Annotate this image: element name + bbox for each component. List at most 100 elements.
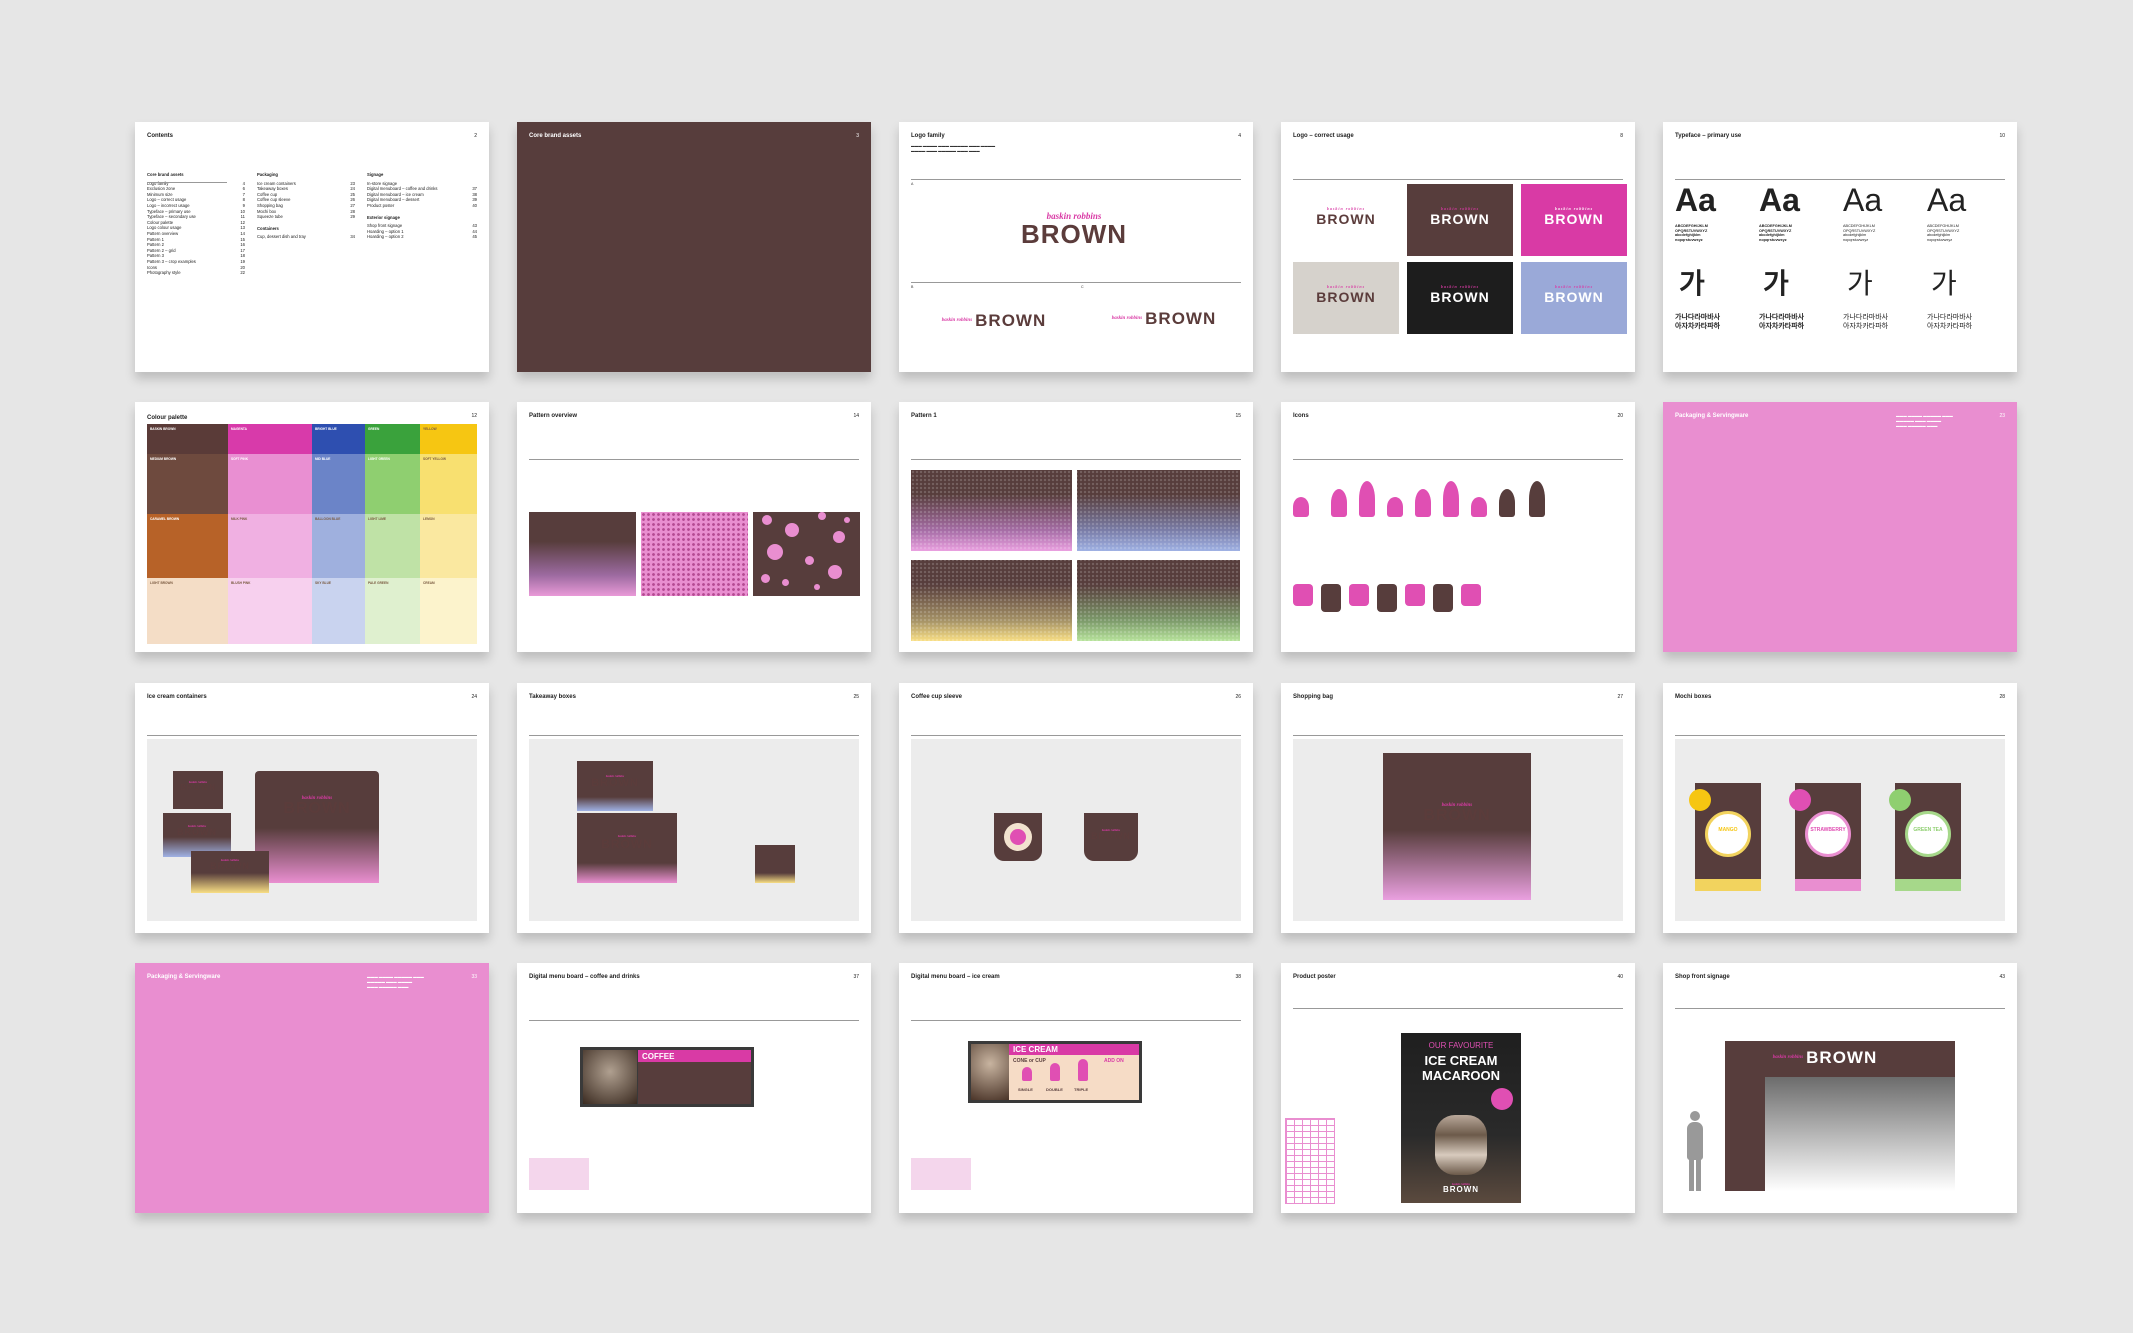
- body-text: ▬▬▬ ▬▬▬▬ ▬▬▬▬▬ ▬▬▬ ▬▬▬▬▬ ▬▬▬ ▬▬▬▬ ▬▬▬ ▬▬▬▬…: [1896, 414, 1953, 428]
- box-base: [1895, 879, 1961, 891]
- logo-usage-tile: baskin robbins BROWN: [1293, 262, 1399, 334]
- box-base: [1695, 879, 1761, 891]
- logo-tagline: baskin robbins: [941, 318, 973, 323]
- dessert-cup-icon: [1443, 481, 1459, 517]
- contents-item: Product poster 40: [367, 203, 477, 209]
- glyph-row: nopqrstuvwxyz: [1675, 237, 1703, 242]
- pattern-dot: [844, 517, 850, 523]
- logo: baskin robbins BROWN: [1407, 284, 1513, 305]
- colour-swatch: BASKIN BROWN: [147, 424, 228, 454]
- page-title: Ice cream containers: [147, 694, 207, 700]
- shopping-bag: baskin robbins BROWN: [1383, 753, 1531, 900]
- logo-wordmark: BROWN: [1430, 211, 1490, 227]
- logo: baskin robbins BROWN: [283, 796, 351, 817]
- page-number: 27: [1617, 694, 1623, 700]
- typeface-glyphs: ABCDEFGHIJKLM OPQRSTUVWXYZ abcdefghijklm no…: [1927, 224, 1997, 242]
- container-pint: baskin robbins BROWN: [191, 851, 269, 893]
- menu-board-title: ICE CREAM: [1009, 1044, 1139, 1055]
- divider: [1675, 1008, 2005, 1009]
- divider: [147, 182, 227, 183]
- pattern-dot: [818, 512, 826, 520]
- logo-usage-tile: baskin robbins BROWN: [1293, 184, 1399, 256]
- swatch-label: LIGHT LIME: [368, 517, 387, 521]
- size-label: TRIPLE: [1074, 1087, 1089, 1092]
- colour-swatch: SOFT YELLOW: [420, 454, 477, 514]
- page-title: Coffee cup sleeve: [911, 694, 963, 700]
- page-number: 24: [471, 694, 477, 700]
- page-menu-icecream: Digital menu board – ice cream 38 ICE CR…: [899, 963, 1253, 1213]
- section-heading: Containers: [257, 225, 279, 231]
- contents-col-2: Packaging Ice cream containers 23 Takeaway…: [257, 172, 355, 240]
- swatch-label: MID BLUE: [315, 457, 331, 461]
- pattern-dot: [814, 584, 820, 590]
- tall-cone-icon: [1359, 481, 1375, 517]
- menu-thumbnail: [529, 1158, 589, 1190]
- logo: baskin robbins BROWN: [1293, 284, 1399, 305]
- logo-tagline: baskin robbins: [1111, 316, 1143, 321]
- stack-cone-icon: [1387, 497, 1403, 517]
- figure-label: B: [911, 285, 914, 289]
- pattern-dot: [760, 573, 770, 583]
- logo-wordmark: BROWN: [1430, 289, 1490, 305]
- colour-swatch: LIGHT GREEN: [365, 454, 420, 514]
- colour-swatch: BALLOON BLUE: [312, 514, 365, 578]
- page-title: Icons: [1293, 413, 1309, 419]
- mochi-box: GREEN TEA: [1889, 783, 1961, 891]
- logo-wordmark: BROWN: [1544, 211, 1604, 227]
- mochi-box: STRAWBERRY: [1789, 783, 1861, 891]
- logo: baskin robbins BROWN: [1521, 284, 1627, 305]
- swatch-label: MEDIUM BROWN: [150, 457, 177, 461]
- colour-swatch: PALE GREEN: [365, 578, 420, 644]
- colour-swatch: CARAMEL BROWN: [147, 514, 228, 578]
- section-heading: Packaging: [257, 172, 278, 177]
- flavour-circle: [1705, 811, 1751, 857]
- typeface-sample-korean: 가: [1679, 268, 1705, 299]
- figure-label: A: [911, 182, 914, 186]
- page-title: Digital menu board – ice cream: [911, 974, 1000, 980]
- pattern-dot: [781, 578, 789, 586]
- macaroon-stack: [1435, 1115, 1487, 1175]
- poster-line-3: MACAROON: [1422, 1068, 1500, 1083]
- swatch-label: LIGHT BROWN: [150, 581, 173, 585]
- colour-swatch: SOFT PINK: [228, 454, 312, 514]
- scooter-icon: [1405, 584, 1425, 606]
- page-number: 40: [1617, 974, 1623, 980]
- page-number: 20: [1617, 413, 1623, 419]
- divider: [911, 459, 1241, 460]
- page-number: 3: [856, 133, 859, 139]
- pattern-dot: [767, 544, 783, 560]
- drink-machine-icon: [1433, 584, 1453, 612]
- swatch-label: BLUSH PINK: [231, 581, 251, 585]
- takeaway-box-small: [755, 845, 795, 883]
- page-title: Logo – correct usage: [1293, 133, 1354, 139]
- colour-swatch: MAGENTA: [228, 424, 312, 454]
- typeface-sample-korean: 가: [1931, 268, 1957, 299]
- page-title: Product poster: [1293, 974, 1336, 980]
- page-number: 14: [853, 413, 859, 419]
- contents-list: In-store signage Digital menuboard – coff…: [367, 181, 477, 209]
- logo-wordmark: BROWN: [1316, 289, 1376, 305]
- contents-list: Shop front signage 43 Hoarding – option 14…: [367, 223, 477, 240]
- swatch-label: BASKIN BROWN: [150, 427, 176, 431]
- section-heading: Core brand assets: [147, 172, 184, 177]
- colour-swatch: BRIGHT BLUE: [312, 424, 365, 454]
- box-base: [1795, 879, 1861, 891]
- divider: [529, 1020, 859, 1021]
- swatch-label: LEMON: [423, 517, 435, 521]
- coffee-machine-icon: [1529, 481, 1545, 517]
- swatch-label: YELLOW: [423, 427, 437, 431]
- cup-sleeve-back: baskin robbins BROWN: [1084, 813, 1138, 861]
- page-number: 4: [1238, 133, 1241, 139]
- person-silhouette-icon: [1685, 1111, 1705, 1191]
- gift-icon: [1461, 584, 1481, 606]
- page-core-brand-assets: Core brand assets 3: [517, 122, 871, 372]
- colour-swatch: MILK PINK: [228, 514, 312, 578]
- divider: [529, 459, 859, 460]
- triple-scoop-icon: [1293, 497, 1309, 517]
- body-text: ▬▬▬ ▬▬▬▬ ▬▬▬ ▬▬▬▬▬ ▬▬▬ ▬▬▬▬ ▬▬▬▬ ▬▬▬ ▬▬▬▬…: [911, 144, 996, 153]
- page-number: 12: [471, 413, 477, 419]
- contents-item-page: 45: [472, 234, 477, 240]
- addon-title: ADD ON: [1104, 1058, 1124, 1064]
- contents-item: Cup, dessert dish and tray 34: [257, 234, 355, 240]
- page-title: Typeface – primary use: [1675, 133, 1742, 139]
